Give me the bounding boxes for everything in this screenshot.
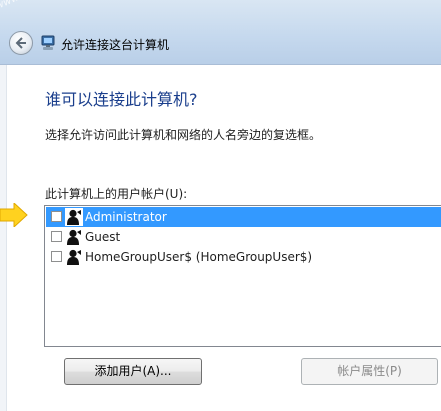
list-item-label: Guest [85,230,121,244]
window-title: 允许连接这台计算机 [61,38,170,52]
list-item-label: HomeGroupUser$ (HomeGroupUser$) [85,250,313,264]
list-item-administrator[interactable]: Administrator [46,207,441,227]
user-list-label: 此计算机上的用户帐户(U): [45,187,188,201]
description-text: 选择允许访问此计算机和网络的人名旁边的复选框。 [45,128,322,142]
list-item-label: Administrator [85,210,167,224]
user-accounts-list[interactable]: Administrator Guest HomeGroupUser$ (Home… [44,205,441,347]
list-item-guest[interactable]: Guest [46,227,441,247]
user-icon [65,208,83,226]
back-arrow-icon [15,37,26,49]
list-item-homegroupuser[interactable]: HomeGroupUser$ (HomeGroupUser$) [46,247,441,267]
checkbox-homegroupuser[interactable] [51,251,62,262]
network-computer-icon [41,35,55,50]
back-button[interactable] [9,31,33,55]
left-strip [0,65,7,411]
checkbox-guest[interactable] [51,231,62,242]
title-bar: www.winwin7.com 允许连接这台计算机 [0,0,441,65]
account-properties-button[interactable]: 帐户属性(P) [301,358,438,385]
pointer-arrow-icon [0,203,28,227]
user-icon [67,249,81,265]
add-user-button[interactable]: 添加用户(A)... [64,358,202,385]
dialog-content: 谁可以连接此计算机? 选择允许访问此计算机和网络的人名旁边的复选框。 此计算机上… [0,65,441,411]
checkbox-administrator[interactable] [51,211,62,222]
page-heading: 谁可以连接此计算机? [45,90,198,109]
watermark: www.winwin7.com [0,0,100,15]
user-icon [67,229,81,245]
